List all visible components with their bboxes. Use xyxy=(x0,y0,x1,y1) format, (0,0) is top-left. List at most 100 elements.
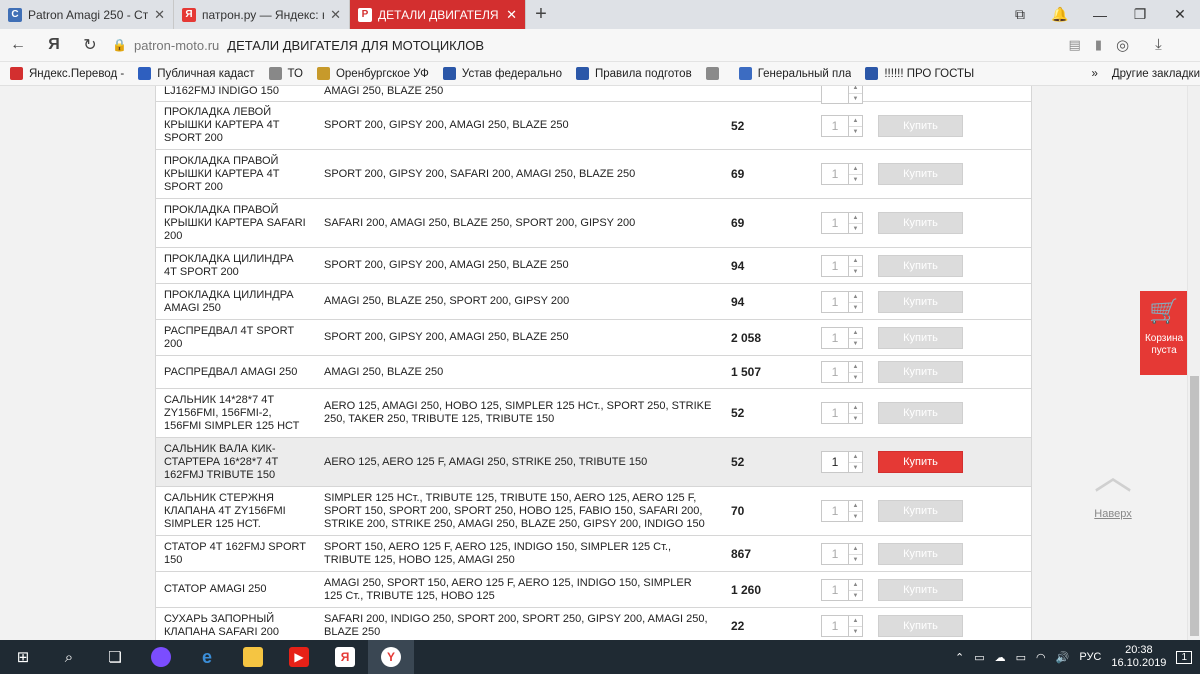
clock[interactable]: 20:38 16.10.2019 xyxy=(1111,644,1166,670)
tab-2[interactable]: P ДЕТАЛИ ДВИГАТЕЛЯ ДЛ✕ xyxy=(350,0,526,29)
qty-down-icon[interactable]: ▼ xyxy=(849,339,862,349)
search-icon[interactable]: ⌕ xyxy=(46,640,92,674)
tray-app-icon[interactable]: ▭ xyxy=(974,651,984,664)
page-scrollbar[interactable] xyxy=(1187,86,1200,640)
tab-0[interactable]: C Patron Amagi 250 - Страни✕ xyxy=(0,0,174,29)
collections-icon[interactable]: ⧉ xyxy=(1000,6,1040,23)
qty-down-icon[interactable]: ▼ xyxy=(849,627,862,637)
qty-up-icon[interactable]: ▲ xyxy=(849,256,862,267)
yandex-icon[interactable]: Я xyxy=(36,36,72,54)
qty-value[interactable]: 1 xyxy=(822,616,848,636)
qty-up-icon[interactable]: ▲ xyxy=(849,580,862,591)
qty-stepper[interactable]: 1 ▲ ▼ xyxy=(821,361,863,383)
bookmark-item[interactable]: Публичная кадаст xyxy=(138,67,255,80)
qty-down-icon[interactable]: ▼ xyxy=(849,591,862,601)
buy-button[interactable]: Купить xyxy=(878,254,963,277)
bookmark-item[interactable] xyxy=(705,67,725,80)
scroll-to-top[interactable]: ︿ Наверх xyxy=(1088,458,1138,520)
qty-stepper[interactable]: 1 ▲ ▼ xyxy=(821,254,863,277)
buy-button[interactable]: Купить xyxy=(878,500,963,522)
qty-down-icon[interactable]: ▼ xyxy=(849,512,862,522)
qty-stepper[interactable]: 1 ▲ ▼ xyxy=(821,114,863,137)
qty-up-icon[interactable]: ▲ xyxy=(849,328,862,339)
qty-down-icon[interactable]: ▼ xyxy=(849,555,862,565)
download-icon[interactable]: ⤓ xyxy=(1155,36,1162,54)
qty-down-icon[interactable]: ▼ xyxy=(849,127,862,137)
volume-icon[interactable]: 🔊 xyxy=(1056,651,1070,664)
reader-icon[interactable]: ▤ xyxy=(1069,37,1081,53)
qty-value[interactable]: 1 xyxy=(822,452,848,472)
windows-start-icon[interactable]: ⊞ xyxy=(0,640,46,674)
language-indicator[interactable]: РУС xyxy=(1079,651,1101,663)
bookmark-item[interactable]: !!!!!! ПРО ГОСТЫ xyxy=(865,67,974,80)
maximize-button[interactable]: ❐ xyxy=(1120,6,1160,23)
tray-chevron-icon[interactable]: ⌃ xyxy=(955,651,964,664)
buy-button[interactable]: Купить xyxy=(878,326,963,349)
qty-down-icon[interactable]: ▼ xyxy=(849,463,862,473)
qty-value[interactable]: 1 xyxy=(822,544,848,564)
qty-up-icon[interactable]: ▲ xyxy=(849,403,862,414)
qty-value[interactable]: 1 xyxy=(822,328,848,348)
qty-up-icon[interactable]: ▲ xyxy=(849,616,862,627)
qty-down-icon[interactable]: ▼ xyxy=(849,224,862,234)
qty-stepper[interactable]: 1 ▲ ▼ xyxy=(821,212,863,234)
qty-stepper[interactable]: 1 ▲ ▼ xyxy=(821,542,863,565)
qty-down-icon[interactable]: ▼ xyxy=(849,414,862,424)
bookmark-item[interactable]: Оренбургское УФ xyxy=(316,67,429,80)
qty-up-icon[interactable]: ▲ xyxy=(849,452,862,463)
qty-up-icon[interactable]: ▲ xyxy=(849,213,862,224)
qty-value[interactable]: 1 xyxy=(822,116,848,136)
buy-button[interactable]: Купить xyxy=(878,290,963,313)
buy-button[interactable]: Купить xyxy=(878,614,963,637)
qty-value[interactable]: 1 xyxy=(822,362,848,382)
bookmark-item[interactable]: Устав федерально xyxy=(442,67,562,80)
other-bookmarks[interactable]: Другие закладки xyxy=(1112,68,1200,80)
qty-stepper[interactable]: ▲ ▼ xyxy=(821,86,863,104)
address-bar[interactable]: 🔒 patron-moto.ru ДЕТАЛИ ДВИГАТЕЛЯ ДЛЯ МО… xyxy=(112,33,1102,58)
qty-value[interactable]: 1 xyxy=(822,403,848,423)
scrollbar-thumb[interactable] xyxy=(1190,376,1199,636)
buy-button[interactable]: Купить xyxy=(878,361,963,383)
buy-button[interactable]: Купить xyxy=(878,451,963,473)
back-button[interactable]: ← xyxy=(0,36,36,54)
file-explorer-icon[interactable] xyxy=(230,640,276,674)
yandex-app-icon[interactable]: Я xyxy=(322,640,368,674)
qty-stepper[interactable]: 1 ▲ ▼ xyxy=(821,402,863,424)
qty-up-icon[interactable]: ▲ xyxy=(849,292,862,303)
onedrive-icon[interactable]: ☁ xyxy=(995,651,1006,664)
task-view-icon[interactable]: ❏ xyxy=(92,640,138,674)
close-window-button[interactable]: ✕ xyxy=(1160,6,1200,23)
qty-value[interactable]: 1 xyxy=(822,256,848,276)
qty-value[interactable]: 1 xyxy=(822,213,848,233)
qty-stepper[interactable]: 1 ▲ ▼ xyxy=(821,614,863,637)
protect-icon[interactable]: ◎ xyxy=(1116,36,1129,54)
alice-icon[interactable] xyxy=(138,640,184,674)
cart-widget[interactable]: 🛒 Корзина пуста xyxy=(1140,291,1188,375)
reload-button[interactable]: ↻ xyxy=(72,35,108,55)
bookmarks-more-button[interactable]: » xyxy=(1091,68,1097,80)
network-icon[interactable]: ◠ xyxy=(1036,651,1046,664)
bookmark-item[interactable]: Яндекс.Перевод - xyxy=(10,67,124,80)
new-tab-button[interactable]: + xyxy=(526,0,556,29)
buy-button[interactable]: Купить xyxy=(878,402,963,424)
buy-button[interactable]: Купить xyxy=(878,163,963,185)
qty-stepper[interactable]: 1 ▲ ▼ xyxy=(821,290,863,313)
qty-down-icon[interactable]: ▼ xyxy=(849,267,862,277)
qty-up-icon[interactable]: ▲ xyxy=(849,362,862,373)
qty-down-icon[interactable]: ▼ xyxy=(849,303,862,313)
qty-stepper[interactable]: 1 ▲ ▼ xyxy=(821,163,863,185)
youtube-icon[interactable]: ▶ xyxy=(276,640,322,674)
tab-close-icon[interactable]: ✕ xyxy=(500,7,517,23)
battery-icon[interactable]: ▭ xyxy=(1016,651,1026,664)
tab-1[interactable]: Япатрон.ру — Яндекс: нашл✕ xyxy=(174,0,350,29)
yandex-browser-icon[interactable]: Y xyxy=(368,640,414,674)
tab-close-icon[interactable]: ✕ xyxy=(148,7,165,23)
buy-button[interactable]: Купить xyxy=(878,114,963,137)
notification-center-icon[interactable]: 1 xyxy=(1176,650,1192,664)
bookmark-item[interactable]: Генеральный пла xyxy=(738,67,851,80)
qty-value[interactable]: 1 xyxy=(822,501,848,521)
buy-button[interactable]: Купить xyxy=(878,212,963,234)
minimize-button[interactable]: — xyxy=(1080,7,1120,23)
qty-value[interactable]: 1 xyxy=(822,580,848,600)
qty-stepper[interactable]: 1 ▲ ▼ xyxy=(821,578,863,601)
